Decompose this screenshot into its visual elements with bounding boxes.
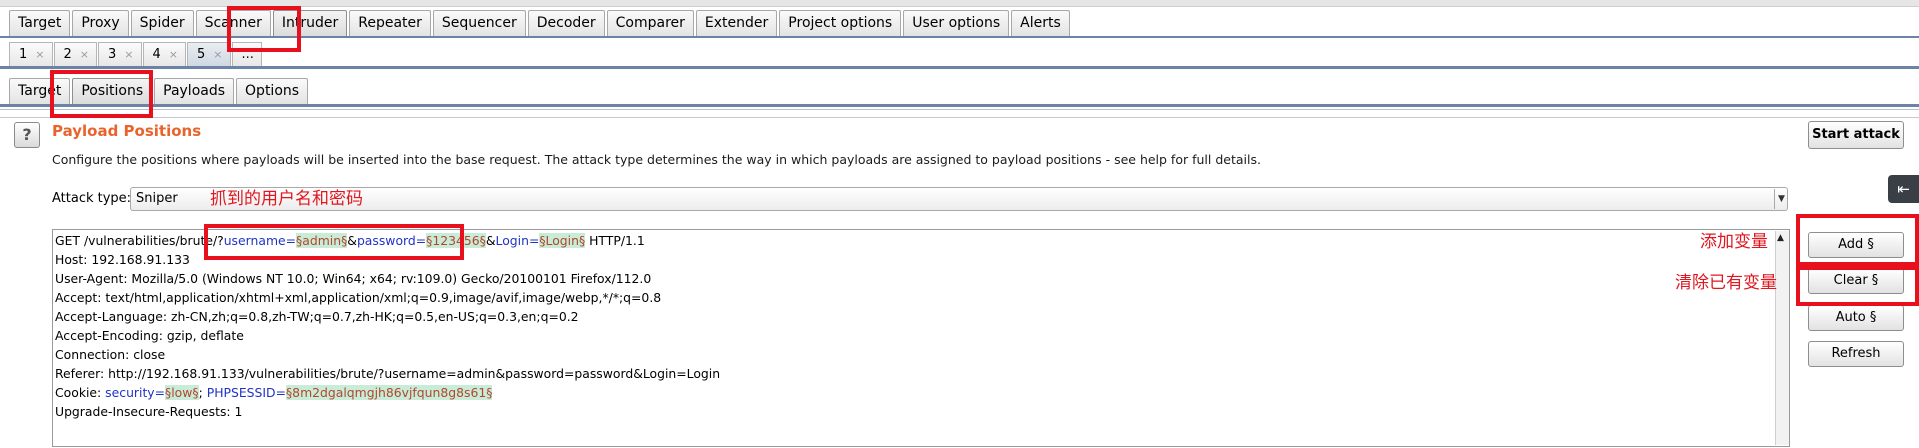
header-line: Connection: close <box>55 347 166 362</box>
collapse-panel-icon[interactable]: ⇤ <box>1888 175 1919 203</box>
chevron-down-icon[interactable]: ▼ <box>1774 189 1788 209</box>
param-separator: & <box>485 233 496 248</box>
attack-tab-label: 3 <box>108 47 117 62</box>
payload-security[interactable]: §low§ <box>165 385 199 400</box>
request-editor[interactable] <box>52 229 1790 447</box>
close-icon[interactable]: × <box>124 43 133 66</box>
header-line: Referer: http://192.168.91.133/vulnerabi… <box>55 366 721 381</box>
annotation-box-intruder <box>227 6 301 52</box>
header-line: Upgrade-Insecure-Requests: 1 <box>55 404 243 419</box>
tab-user-options[interactable]: User options <box>903 10 1010 36</box>
payload-login[interactable]: §Login§ <box>539 233 586 248</box>
attack-tab-label: 1 <box>19 47 28 62</box>
header-line: User-Agent: Mozilla/5.0 (Windows NT 10.0… <box>55 271 652 286</box>
attack-tab-label: 2 <box>63 47 72 62</box>
attack-tab-label: 4 <box>152 47 161 62</box>
attack-tab-3[interactable]: 3 × <box>98 42 142 66</box>
param-login-name: Login= <box>495 233 540 248</box>
attack-type-value: Sniper <box>136 191 178 206</box>
section-title: Payload Positions <box>52 122 202 140</box>
subtab-payloads[interactable]: Payloads <box>154 78 235 104</box>
request-path: GET /vulnerabilities/brute/? <box>55 233 224 248</box>
header-line: Accept-Language: zh-CN,zh;q=0.8,zh-TW;q=… <box>55 309 579 324</box>
annotation-add-variable: 添加变量 <box>1700 232 1768 252</box>
auto-markers-button[interactable]: Auto § <box>1808 305 1904 331</box>
scroll-up-icon[interactable]: ▲ <box>1777 233 1784 243</box>
start-attack-button[interactable]: Start attack <box>1808 121 1904 149</box>
tab-sequencer[interactable]: Sequencer <box>432 10 526 36</box>
sub-tab-divider <box>0 104 1919 107</box>
cookie-separator: ; <box>198 385 207 400</box>
header-line: Accept-Encoding: gzip, deflate <box>55 328 244 343</box>
tab-repeater[interactable]: Repeater <box>349 10 431 36</box>
annotation-clear-variables: 清除已有变量 <box>1675 273 1777 293</box>
cookie-phpsessid-name: PHPSESSID= <box>206 385 286 400</box>
cookie-prefix: Cookie: <box>55 385 106 400</box>
close-icon[interactable]: × <box>80 43 89 66</box>
header-line: Host: 192.168.91.133 <box>55 252 190 267</box>
editor-scrollbar[interactable] <box>1775 231 1789 445</box>
annotation-captured-credentials: 抓到的用户名和密码 <box>210 189 363 209</box>
header-line: Accept: text/html,application/xhtml+xml,… <box>55 290 662 305</box>
annotation-box-positions <box>50 70 153 118</box>
tab-comparer[interactable]: Comparer <box>606 10 694 36</box>
subtab-options[interactable]: Options <box>236 78 309 104</box>
attack-type-select[interactable] <box>130 187 1788 211</box>
tab-spider[interactable]: Spider <box>130 10 194 36</box>
refresh-button[interactable]: Refresh <box>1808 341 1904 367</box>
attack-tab-4[interactable]: 4 × <box>142 42 186 66</box>
annotation-box-add <box>1796 214 1919 266</box>
annotation-box-payloads <box>204 224 464 260</box>
tab-proxy[interactable]: Proxy <box>72 10 129 36</box>
close-icon[interactable]: × <box>35 43 44 66</box>
annotation-box-clear <box>1796 266 1919 306</box>
attack-tab-divider <box>0 66 1919 69</box>
cookie-security-name: security= <box>105 385 166 400</box>
close-icon[interactable]: × <box>169 43 178 66</box>
attack-tab-2[interactable]: 2 × <box>53 42 97 66</box>
cookie-line: Cookie: security=§low§; PHPSESSID=§8m2dg… <box>55 385 493 400</box>
attack-tab-1[interactable]: 1 × <box>9 42 53 66</box>
attack-tab-5[interactable]: 5 × <box>187 42 231 66</box>
tab-alerts[interactable]: Alerts <box>1011 10 1070 36</box>
sub-tab-bar: Target Positions Payloads Options <box>0 74 1919 104</box>
tab-target[interactable]: Target <box>9 10 71 36</box>
tab-project-options[interactable]: Project options <box>779 10 902 36</box>
attack-tab-label: 5 <box>197 47 206 62</box>
http-version: HTTP/1.1 <box>585 233 645 248</box>
tab-extender[interactable]: Extender <box>695 10 778 36</box>
tab-decoder[interactable]: Decoder <box>527 10 605 36</box>
help-icon[interactable]: ? <box>14 122 40 148</box>
payload-phpsessid[interactable]: §8m2dgalqmgjh86vjfqun8g8s61§ <box>285 385 493 400</box>
sub-tab-divider-light <box>0 109 1919 110</box>
close-icon[interactable]: × <box>213 43 222 66</box>
section-description: Configure the positions where payloads w… <box>52 152 1261 167</box>
attack-type-label: Attack type: <box>52 191 132 206</box>
